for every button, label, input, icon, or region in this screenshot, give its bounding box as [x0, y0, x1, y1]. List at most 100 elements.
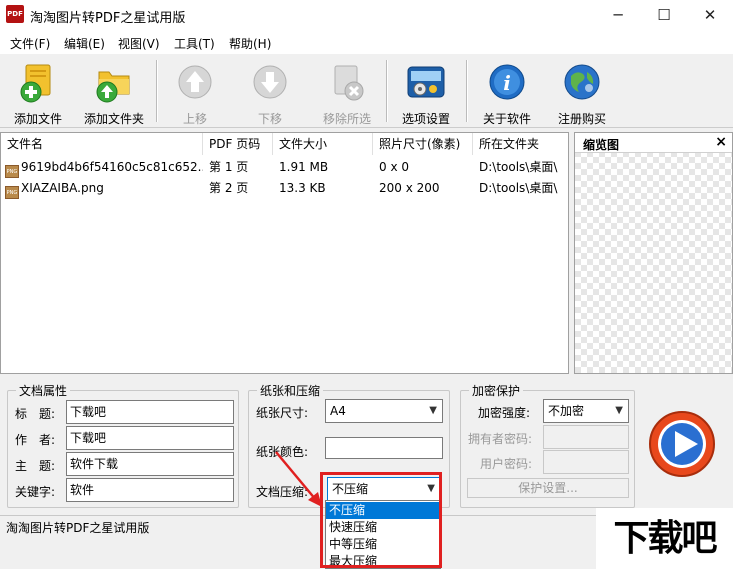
folder-cell: D:\tools\桌面\ — [479, 160, 558, 174]
move-down-button[interactable]: 下移 — [243, 60, 297, 126]
encryption-strength-value: 不加密 — [548, 404, 585, 418]
menu-tools[interactable]: 工具(T) — [174, 35, 215, 52]
compression-select[interactable]: 不压缩 ▼ — [327, 477, 441, 501]
encryption-title: 加密保护 — [469, 382, 524, 399]
png-file-icon: PNG — [5, 165, 19, 178]
remove-file-icon — [334, 65, 364, 101]
move-up-label: 上移 — [182, 112, 207, 126]
move-up-button[interactable]: 上移 — [168, 60, 222, 126]
move-down-label: 下移 — [257, 112, 282, 126]
annotation-arrow-icon — [275, 451, 322, 507]
watermark-logo: 下载吧 — [596, 508, 733, 569]
filename-cell: PNG 9619bd4b6f54160c5c81c652... — [1, 157, 203, 178]
doc-author-label: 作 者: — [15, 433, 56, 447]
paper-size-label: 纸张尺寸: — [256, 406, 309, 420]
maximize-button[interactable]: ☐ — [641, 0, 687, 30]
file-list-table[interactable]: 文件名 PDF 页码 文件大小 照片尺寸(像素) 所在文件夹 PNG 9619bd… — [0, 132, 569, 374]
svg-text:i: i — [503, 71, 511, 95]
dropdown-option-max[interactable]: 最大压缩 — [326, 553, 440, 569]
page-cell: 第 2 页 — [209, 181, 249, 195]
dropdown-option-fast[interactable]: 快速压缩 — [326, 519, 440, 536]
doc-author-input[interactable]: 下载吧 — [66, 426, 234, 450]
arrow-up-icon — [178, 65, 212, 99]
protection-settings-button[interactable]: 保护设置... — [467, 478, 629, 498]
status-text: 淘淘图片转PDF之星试用版 — [6, 521, 150, 535]
column-header-filename[interactable]: 文件名 — [1, 133, 203, 155]
about-label: 关于软件 — [482, 112, 531, 126]
menu-view[interactable]: 视图(V) — [118, 35, 160, 52]
toolbar-separator — [386, 60, 388, 122]
menu-file[interactable]: 文件(F) — [10, 35, 50, 52]
menu-edit[interactable]: 编辑(E) — [64, 35, 105, 52]
convert-button[interactable] — [648, 410, 716, 478]
table-row[interactable]: PNG 9619bd4b6f54160c5c81c652... 第 1 页 1.9… — [1, 157, 568, 178]
info-icon: i — [489, 64, 525, 100]
thumbnail-header: 缩览图 × — [575, 133, 732, 153]
filename-text: XIAZAIBA.png — [21, 181, 104, 195]
options-label: 选项设置 — [401, 112, 450, 126]
chevron-down-icon: ▼ — [427, 483, 435, 494]
doc-subject-input[interactable]: 软件下载 — [66, 452, 234, 476]
remove-selected-button[interactable]: 移除所选 — [316, 60, 378, 126]
globe-icon — [564, 64, 600, 100]
thumbnail-title: 缩览图 — [583, 138, 620, 152]
add-folder-icon — [96, 71, 130, 103]
add-file-icon — [20, 64, 51, 103]
about-button[interactable]: i 关于软件 — [478, 60, 536, 126]
paper-compression-title: 纸张和压缩 — [257, 382, 324, 399]
add-folder-label: 添加文件夹 — [83, 112, 144, 126]
title-bar: PDF 淘淘图片转PDF之星试用版 ─ ☐ ✕ — [0, 0, 733, 30]
toolbar: 添加文件 添加文件夹 上移 下移 移除所选 选项设置 i 关于软件 注册购买 — [0, 56, 733, 128]
chevron-down-icon: ▼ — [429, 405, 437, 416]
dimensions-cell: 0 x 0 — [379, 160, 409, 174]
register-button[interactable]: 注册购买 — [552, 60, 612, 126]
user-password-label: 用户密码: — [480, 457, 533, 471]
dimensions-cell: 200 x 200 — [379, 181, 440, 195]
doc-title-label: 标 题: — [15, 407, 56, 421]
doc-title-input[interactable]: 下载吧 — [66, 400, 234, 424]
column-header-size[interactable]: 文件大小 — [273, 133, 373, 155]
size-cell: 13.3 KB — [279, 181, 326, 195]
column-header-folder[interactable]: 所在文件夹 — [473, 133, 568, 155]
window-title: 淘淘图片转PDF之星试用版 — [30, 11, 186, 26]
column-header-page[interactable]: PDF 页码 — [203, 133, 273, 155]
menu-bar: 文件(F) 编辑(E) 视图(V) 工具(T) 帮助(H) — [0, 30, 733, 54]
settings-icon — [407, 66, 445, 98]
add-folder-button[interactable]: 添加文件夹 — [80, 60, 148, 126]
table-row[interactable]: PNG XIAZAIBA.png 第 2 页 13.3 KB 200 x 200 … — [1, 178, 568, 199]
page-cell: 第 1 页 — [209, 160, 249, 174]
compression-value: 不压缩 — [332, 482, 369, 496]
owner-password-input[interactable] — [543, 425, 629, 449]
paper-color-picker[interactable] — [325, 437, 443, 459]
paper-size-select[interactable]: A4 ▼ — [325, 399, 443, 423]
menu-help[interactable]: 帮助(H) — [229, 35, 271, 52]
filename-text: 9619bd4b6f54160c5c81c652... — [21, 160, 203, 174]
thumbnail-panel: 缩览图 × — [574, 132, 733, 374]
chevron-down-icon: ▼ — [615, 405, 623, 416]
filename-cell: PNG XIAZAIBA.png — [1, 178, 203, 199]
doc-subject-label: 主 题: — [15, 459, 56, 473]
dropdown-option-medium[interactable]: 中等压缩 — [326, 536, 440, 553]
options-button[interactable]: 选项设置 — [396, 60, 456, 126]
user-password-input[interactable] — [543, 450, 629, 474]
encryption-strength-label: 加密强度: — [478, 406, 531, 420]
doc-keywords-label: 关键字: — [15, 485, 56, 499]
compression-dropdown-list[interactable]: 不压缩 快速压缩 中等压缩 最大压缩 — [325, 500, 441, 569]
add-file-button[interactable]: 添加文件 — [6, 60, 70, 126]
column-header-dimensions[interactable]: 照片尺寸(像素) — [373, 133, 473, 155]
add-file-label: 添加文件 — [13, 112, 62, 126]
close-button[interactable]: ✕ — [687, 0, 733, 30]
pdf-logo-icon: PDF — [6, 5, 24, 23]
minimize-button[interactable]: ─ — [595, 0, 641, 30]
folder-cell: D:\tools\桌面\ — [479, 181, 558, 195]
thumbnail-close-icon[interactable]: × — [715, 134, 727, 150]
dropdown-option-none[interactable]: 不压缩 — [326, 502, 440, 519]
doc-keywords-input[interactable]: 软件 — [66, 478, 234, 502]
register-label: 注册购买 — [557, 112, 606, 126]
encryption-group: 加密保护 加密强度: 不加密 ▼ 拥有者密码: 用户密码: 保护设置... — [460, 382, 635, 508]
size-cell: 1.91 MB — [279, 160, 329, 174]
png-file-icon: PNG — [5, 186, 19, 199]
encryption-strength-select[interactable]: 不加密 ▼ — [543, 399, 629, 423]
toolbar-separator — [156, 60, 158, 122]
paper-size-value: A4 — [330, 404, 346, 418]
